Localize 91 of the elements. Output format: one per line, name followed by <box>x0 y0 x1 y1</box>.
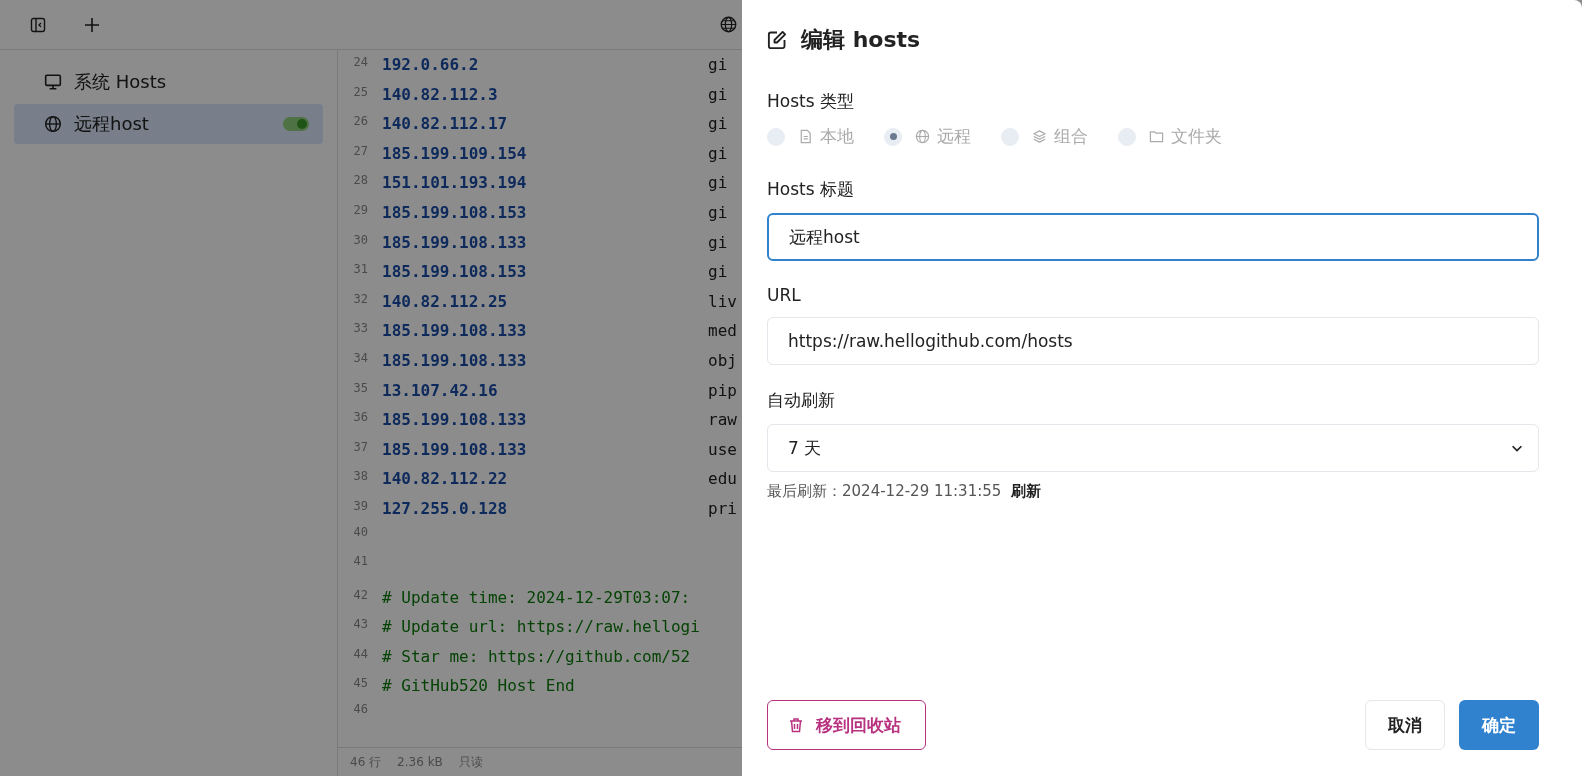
url-input[interactable]: https://raw.hellogithub.com/hosts <box>767 317 1539 365</box>
host-name: use <box>708 439 737 459</box>
trash-icon <box>788 717 804 733</box>
edit-icon <box>767 30 787 50</box>
code-comment: # Star me: https://github.com/52 <box>382 646 691 666</box>
code-comment: # GitHub520 Host End <box>382 676 575 696</box>
line-number: 32 <box>352 291 368 306</box>
host-name: gi <box>708 55 728 74</box>
globe-icon <box>915 129 930 144</box>
host-name: pip <box>708 380 737 400</box>
host-name: med <box>708 321 737 341</box>
host-name: raw <box>708 410 737 430</box>
globe-icon <box>44 115 62 133</box>
toggle-switch[interactable] <box>283 117 309 131</box>
line-number: 36 <box>352 410 368 425</box>
panel-title: 编辑 hosts <box>801 26 921 54</box>
line-number: 45 <box>352 676 368 691</box>
host-name: pri <box>708 498 737 518</box>
layers-icon <box>1032 129 1047 144</box>
ip-address: 185.199.108.133 <box>382 321 528 341</box>
cancel-button[interactable]: 取消 <box>1365 700 1445 750</box>
line-number: 42 <box>352 587 368 602</box>
line-number: 43 <box>352 617 368 632</box>
host-name: gi <box>708 232 728 252</box>
sidebar-item-label: 系统 Hosts <box>74 70 168 94</box>
line-number: 46 <box>352 702 368 717</box>
ip-address: 185.199.108.153 <box>382 202 528 222</box>
globe-icon[interactable] <box>720 16 737 33</box>
field-label: URL <box>767 285 802 305</box>
ip-address: 185.199.108.133 <box>382 232 528 252</box>
line-number: 44 <box>352 646 368 661</box>
sidebar-item[interactable]: 远程host <box>14 104 323 144</box>
ip-address: 185.199.109.154 <box>382 143 528 163</box>
line-number: 39 <box>352 498 368 513</box>
line-number: 40 <box>352 524 368 539</box>
sidebar-item[interactable]: 系统 Hosts <box>14 62 323 102</box>
host-name: gi <box>708 202 728 222</box>
ip-address: 185.199.108.153 <box>382 262 528 282</box>
field-label: 自动刷新 <box>767 389 836 412</box>
line-number: 34 <box>352 350 368 365</box>
line-number: 33 <box>352 321 368 336</box>
line-number: 30 <box>352 232 368 247</box>
folder-icon <box>1149 129 1164 144</box>
field-label: Hosts 标题 <box>767 178 855 201</box>
title-input[interactable]: 远程host <box>767 213 1539 261</box>
host-name: obj <box>708 350 737 370</box>
line-number: 29 <box>352 202 368 217</box>
field-label: Hosts 类型 <box>767 90 855 113</box>
ip-address: 140.82.112.25 <box>382 291 509 311</box>
ip-address: 185.199.108.133 <box>382 410 528 430</box>
sidebar-toggle-icon[interactable] <box>30 16 46 33</box>
line-number: 24 <box>352 55 368 69</box>
ip-address: 140.82.112.22 <box>382 469 509 489</box>
line-count: 46 行 <box>350 753 382 771</box>
line-number: 38 <box>352 469 368 484</box>
ip-address: 185.199.108.133 <box>382 350 528 370</box>
ip-address: 192.0.66.2 <box>382 55 480 74</box>
host-name: edu <box>708 469 737 489</box>
line-number: 37 <box>352 439 368 454</box>
ok-button[interactable]: 确定 <box>1459 700 1539 750</box>
move-to-trash-button[interactable]: 移到回收站 <box>767 700 926 750</box>
file-size: 2.36 kB <box>397 755 443 769</box>
line-number: 28 <box>352 173 368 188</box>
read-only-label: 只读 <box>458 753 483 771</box>
ip-address: 185.199.108.133 <box>382 439 528 459</box>
line-number: 26 <box>352 114 368 129</box>
host-name: gi <box>708 143 728 163</box>
host-name: gi <box>708 262 728 282</box>
ip-address: 13.107.42.16 <box>382 380 499 400</box>
line-number: 27 <box>352 143 368 158</box>
sidebar-item-label: 远程host <box>74 112 150 136</box>
host-name: gi <box>708 84 728 104</box>
monitor-icon <box>44 73 62 91</box>
ip-address: 140.82.112.3 <box>382 84 499 104</box>
line-number: 35 <box>352 380 368 395</box>
line-number: 31 <box>352 262 368 277</box>
refresh-interval-select[interactable]: 7 天 <box>767 424 1539 472</box>
line-number: 25 <box>352 84 368 99</box>
ip-address: 151.101.193.194 <box>382 173 528 193</box>
document-icon <box>798 129 813 144</box>
refresh-link[interactable]: 刷新 <box>1011 482 1042 501</box>
host-name: liv <box>708 291 737 311</box>
ip-address: 140.82.112.17 <box>382 114 509 134</box>
add-icon[interactable] <box>84 16 100 33</box>
ip-address: 127.255.0.128 <box>382 498 509 518</box>
host-name: gi <box>708 173 728 193</box>
code-comment: # Update time: 2024-12-29T03:07: <box>382 587 691 607</box>
code-comment: # Update url: https://raw.hellogi <box>382 617 700 637</box>
host-name: gi <box>708 114 728 134</box>
last-refresh-text: 最后刷新：2024-12-29 11:31:55 <box>767 482 1002 501</box>
line-number: 41 <box>352 554 368 569</box>
